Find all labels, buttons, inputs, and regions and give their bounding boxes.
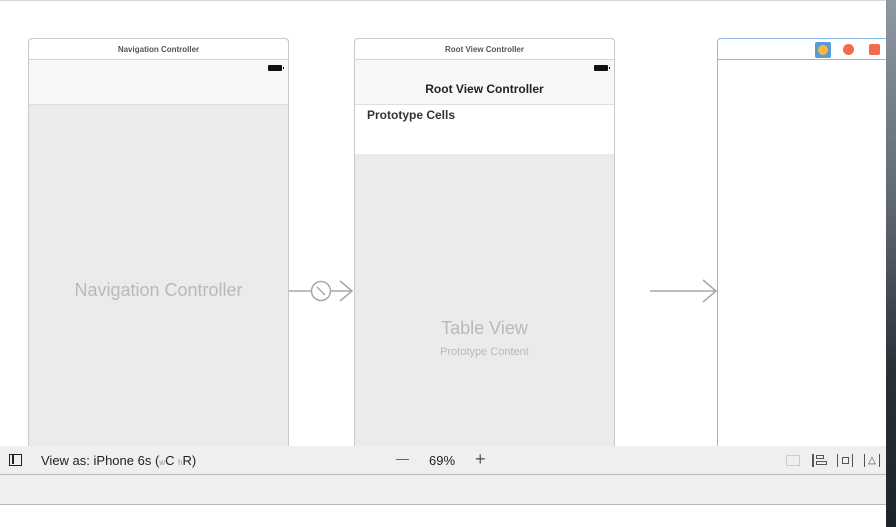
view-as-device-button[interactable]: View as: iPhone 6s (wC hR) — [41, 453, 196, 468]
embed-in-stack-icon[interactable] — [786, 455, 800, 466]
debug-bar — [0, 475, 886, 505]
desktop-background — [886, 0, 896, 527]
document-outline-toggle-icon[interactable] — [9, 454, 22, 466]
storyboard-canvas[interactable]: Navigation Controller Navigation Control… — [0, 0, 886, 446]
height-class-value: R — [182, 453, 192, 468]
align-icon[interactable] — [812, 454, 827, 467]
resolve-auto-layout-icon[interactable]: △ — [864, 454, 880, 467]
view-as-label: View as: iPhone 6s ( — [41, 453, 160, 468]
zoom-in-button[interactable]: + — [475, 449, 486, 470]
width-class-value: C — [165, 453, 175, 468]
zoom-out-button[interactable]: — — [396, 451, 409, 466]
initial-segue-arrow[interactable] — [650, 279, 718, 303]
canvas-bottom-bar: View as: iPhone 6s (wC hR) — 69% + △ — [0, 446, 886, 475]
close-paren: ) — [191, 453, 197, 468]
zoom-level: 69% — [429, 453, 456, 468]
pin-icon[interactable] — [837, 454, 853, 467]
segue-arrows — [289, 279, 718, 303]
relationship-segue[interactable] — [289, 280, 354, 302]
